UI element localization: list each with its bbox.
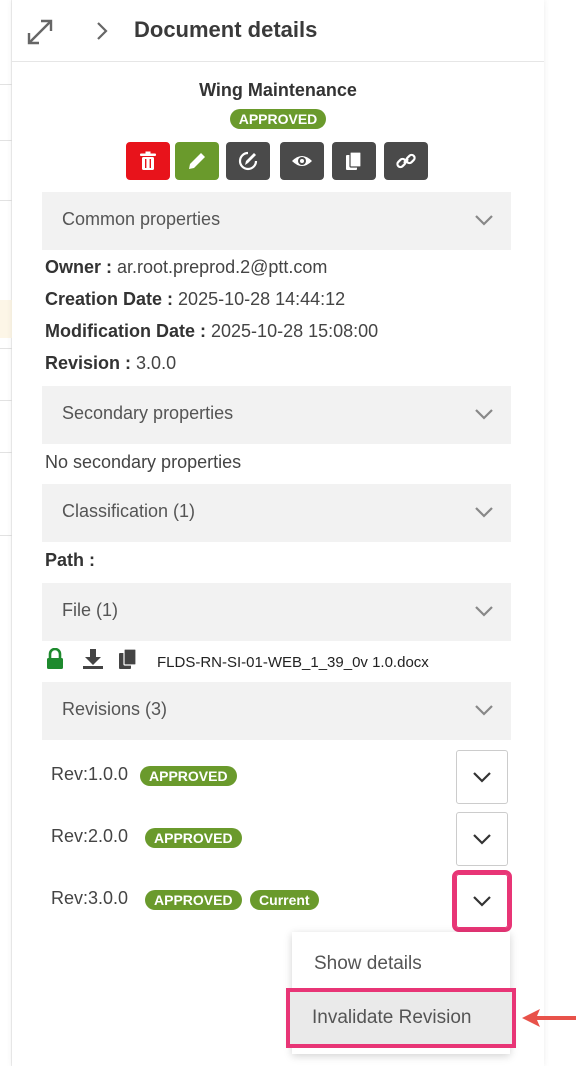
background-divider	[0, 348, 12, 349]
revision-label: Rev:3.0.0	[51, 888, 129, 908]
revision-menu-button[interactable]	[456, 750, 508, 804]
link-icon	[396, 153, 416, 169]
copy-button[interactable]	[332, 142, 376, 180]
section-label: Secondary properties	[62, 403, 234, 423]
file-name[interactable]: FLDS-RN-SI-01-WEB_1_39_0v 1.0.docx	[157, 654, 429, 671]
document-details-panel: Document details Wing Maintenance APPROV…	[12, 0, 544, 1066]
section-revisions[interactable]: Revisions (3)	[42, 682, 511, 740]
revision-badges: APPROVED Current	[145, 890, 323, 910]
sign-button[interactable]	[226, 142, 270, 180]
chevron-down-icon	[473, 896, 491, 907]
download-icon[interactable]	[82, 648, 104, 670]
section-secondary-properties[interactable]: Secondary properties	[42, 386, 511, 444]
owner-value: ar.root.preprod.2@ptt.com	[117, 257, 328, 277]
revision-menu-button[interactable]	[456, 812, 508, 866]
revision-label: Rev:2.0.0	[51, 826, 129, 846]
revision-label: Revision :	[45, 353, 132, 373]
chevron-down-icon	[475, 705, 493, 716]
delete-button[interactable]	[126, 142, 170, 180]
trash-icon	[140, 151, 156, 170]
creation-date-value: 2025-10-28 14:44:12	[178, 289, 346, 309]
chevron-down-icon	[475, 409, 493, 420]
background-divider	[0, 140, 12, 141]
background-page	[0, 0, 12, 1066]
copy-icon[interactable]	[118, 648, 138, 670]
chevron-down-icon	[473, 834, 491, 845]
revision-label: Rev:1.0.0	[51, 764, 129, 784]
background-divider	[0, 84, 12, 85]
status-badge: APPROVED	[145, 890, 242, 910]
background-divider	[0, 200, 12, 201]
background-divider	[0, 452, 12, 453]
status-badge: APPROVED	[229, 109, 327, 129]
section-label: Revisions (3)	[62, 699, 168, 719]
eye-icon	[292, 156, 312, 166]
current-badge: Current	[250, 890, 319, 910]
secondary-empty-text: No secondary properties	[45, 452, 242, 472]
section-label: File (1)	[62, 600, 119, 620]
chevron-right-icon[interactable]	[92, 20, 112, 42]
revision-value: 3.0.0	[136, 353, 177, 373]
modification-date-value: 2025-10-28 15:08:00	[211, 321, 379, 341]
owner-property: Owner : ar.root.preprod.2@ptt.com	[45, 257, 327, 278]
annotation-arrow-icon	[522, 1009, 576, 1027]
section-label: Classification (1)	[62, 501, 196, 521]
path-property: Path :	[45, 550, 95, 571]
chevron-down-icon	[475, 606, 493, 617]
link-button[interactable]	[384, 142, 428, 180]
panel-header: Document details	[12, 0, 544, 62]
modification-date-label: Modification Date :	[45, 321, 206, 341]
path-label: Path :	[45, 550, 96, 570]
modification-date-property: Modification Date : 2025-10-28 15:08:00	[45, 321, 378, 342]
document-status: APPROVED	[12, 109, 544, 129]
invalidate-revision-menu-item[interactable]: Invalidate Revision	[286, 988, 516, 1048]
section-file[interactable]: File (1)	[42, 583, 511, 641]
revision-menu-button[interactable]	[452, 870, 512, 932]
copy-icon	[346, 151, 362, 170]
sign-icon	[238, 151, 258, 171]
document-title: Wing Maintenance	[199, 80, 357, 100]
expand-icon[interactable]	[26, 18, 54, 46]
page-title: Document details	[134, 17, 318, 42]
section-label: Common properties	[62, 209, 221, 229]
pencil-icon	[189, 153, 205, 169]
background-row	[0, 300, 12, 338]
background-divider	[0, 535, 12, 536]
file-row: FLDS-RN-SI-01-WEB_1_39_0v 1.0.docx	[42, 646, 512, 674]
background-divider	[0, 400, 12, 401]
edit-button[interactable]	[175, 142, 219, 180]
creation-date-label: Creation Date :	[45, 289, 174, 309]
chevron-down-icon	[475, 507, 493, 518]
status-badge: APPROVED	[145, 828, 242, 848]
chevron-down-icon	[473, 772, 491, 783]
status-badge: APPROVED	[140, 766, 237, 786]
creation-date-property: Creation Date : 2025-10-28 14:44:12	[45, 289, 345, 310]
view-button[interactable]	[280, 142, 324, 180]
section-classification[interactable]: Classification (1)	[42, 484, 511, 542]
revision-badges: APPROVED	[145, 828, 246, 848]
revision-badges: APPROVED	[140, 766, 241, 786]
chevron-down-icon	[475, 215, 493, 226]
lock-icon[interactable]	[46, 648, 64, 670]
owner-label: Owner :	[45, 257, 113, 277]
show-details-menu-item[interactable]: Show details	[292, 938, 510, 990]
revision-property: Revision : 3.0.0	[45, 353, 176, 374]
section-common-properties[interactable]: Common properties	[42, 192, 511, 250]
revision-dropdown-menu: Show details Invalidate Revision	[286, 932, 516, 1054]
